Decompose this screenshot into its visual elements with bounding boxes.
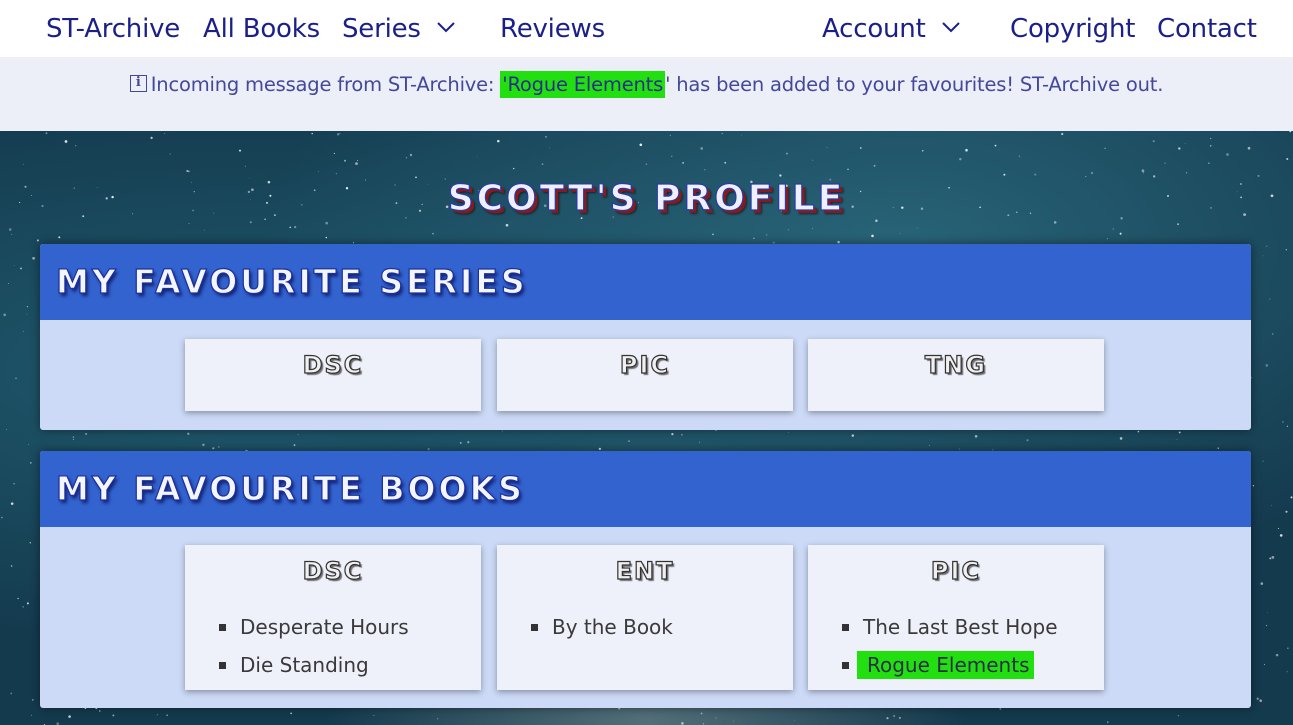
- series-card-tng[interactable]: TNG: [808, 339, 1104, 411]
- book-group-card-ent: ENT By the Book: [497, 545, 793, 690]
- info-icon: i: [129, 75, 147, 92]
- alert-suffix: ' has been added to your favourites! ST-…: [665, 73, 1164, 96]
- bullet-icon: [842, 662, 849, 669]
- chevron-down-icon: [437, 21, 455, 32]
- book-item[interactable]: By the Book: [531, 613, 673, 651]
- alert-message: i Incoming message from ST-Archive: 'Rogu…: [0, 71, 1293, 98]
- book-title: Die Standing: [240, 653, 369, 677]
- book-group-card-dsc: DSC Desperate Hours Die Standing: [185, 545, 481, 690]
- nav-account-label: Account: [822, 14, 926, 44]
- book-group-title[interactable]: ENT: [497, 556, 793, 585]
- bullet-icon: [531, 624, 538, 631]
- favourite-books-header: My Favourite Books: [40, 451, 1251, 527]
- bullet-icon: [219, 624, 226, 631]
- nav-reviews-link[interactable]: Reviews: [500, 9, 605, 49]
- series-card-title: TNG: [924, 350, 988, 379]
- bullet-icon: [219, 662, 226, 669]
- book-title-highlighted: Rogue Elements: [857, 651, 1034, 679]
- series-card-pic[interactable]: PIC: [497, 339, 793, 411]
- book-title: By the Book: [552, 615, 673, 639]
- profile-title: Scott's Profile: [447, 177, 846, 219]
- top-navbar: ST-Archive All Books Series Reviews Acco…: [0, 0, 1293, 57]
- series-card-dsc[interactable]: DSC: [185, 339, 481, 411]
- nav-series-dropdown[interactable]: Series: [342, 9, 457, 49]
- chevron-down-icon: [941, 21, 960, 32]
- book-list: The Last Best Hope Rogue Elements: [842, 613, 1058, 689]
- book-title: The Last Best Hope: [863, 615, 1058, 639]
- nav-account-dropdown[interactable]: Account: [822, 9, 962, 49]
- series-card-title: PIC: [619, 350, 671, 379]
- favourite-series-panel: My Favourite Series DSC PIC TNG: [40, 244, 1251, 430]
- book-list: By the Book: [531, 613, 673, 651]
- nav-contact-link[interactable]: Contact: [1157, 9, 1257, 49]
- book-title: Desperate Hours: [240, 615, 409, 639]
- book-group-card-pic: PIC The Last Best Hope Rogue Elements: [808, 545, 1104, 690]
- book-item[interactable]: Die Standing: [219, 651, 409, 689]
- book-group-title[interactable]: DSC: [185, 556, 481, 585]
- book-item[interactable]: Desperate Hours: [219, 613, 409, 651]
- book-group-title[interactable]: PIC: [808, 556, 1104, 585]
- favourite-series-heading: My Favourite Series: [55, 261, 528, 301]
- book-list: Desperate Hours Die Standing: [219, 613, 409, 689]
- alert-banner: i Incoming message from ST-Archive: 'Rogu…: [0, 57, 1293, 131]
- nav-copyright-link[interactable]: Copyright: [1010, 9, 1135, 49]
- alert-book-highlight: 'Rogue Elements: [500, 71, 666, 98]
- book-item-highlighted[interactable]: Rogue Elements: [842, 651, 1058, 689]
- bullet-icon: [842, 624, 849, 631]
- favourite-books-heading: My Favourite Books: [55, 468, 525, 508]
- book-item[interactable]: The Last Best Hope: [842, 613, 1058, 651]
- nav-all-books-link[interactable]: All Books: [203, 9, 320, 49]
- series-card-title: DSC: [302, 350, 364, 379]
- favourite-books-panel: My Favourite Books DSC Desperate Hours D…: [40, 451, 1251, 708]
- favourite-series-header: My Favourite Series: [40, 244, 1251, 320]
- nav-brand-link[interactable]: ST-Archive: [46, 9, 180, 49]
- nav-series-label: Series: [342, 14, 421, 44]
- alert-prefix: Incoming message from ST-Archive:: [150, 73, 495, 96]
